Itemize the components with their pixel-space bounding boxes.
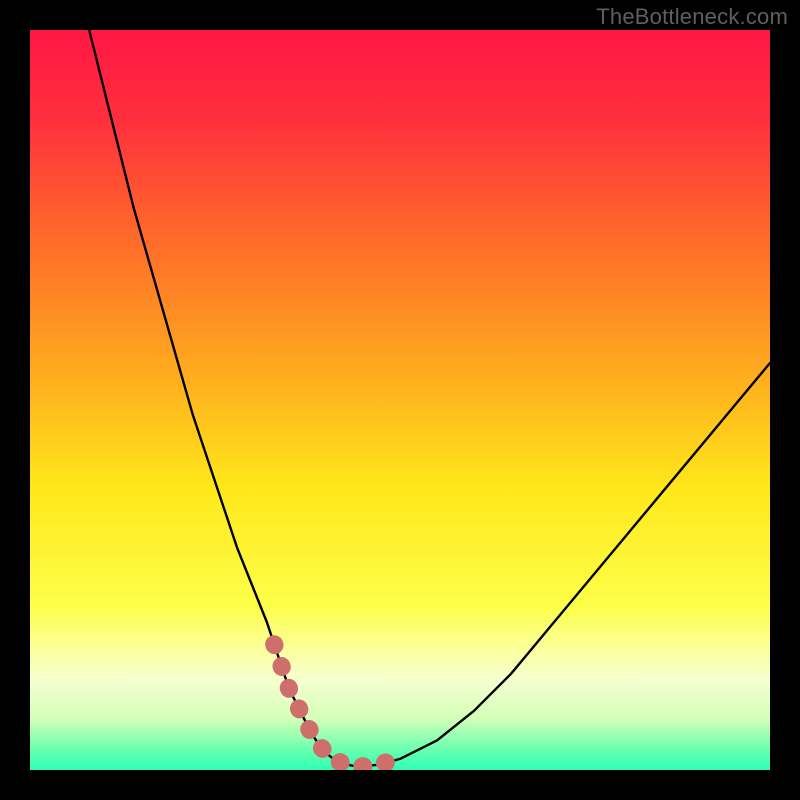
curve-layer xyxy=(30,30,770,770)
chart-frame: TheBottleneck.com xyxy=(0,0,800,800)
bottleneck-curve xyxy=(89,30,770,766)
highlighted-range xyxy=(274,644,400,766)
watermark-text: TheBottleneck.com xyxy=(596,4,788,30)
plot-area xyxy=(30,30,770,770)
